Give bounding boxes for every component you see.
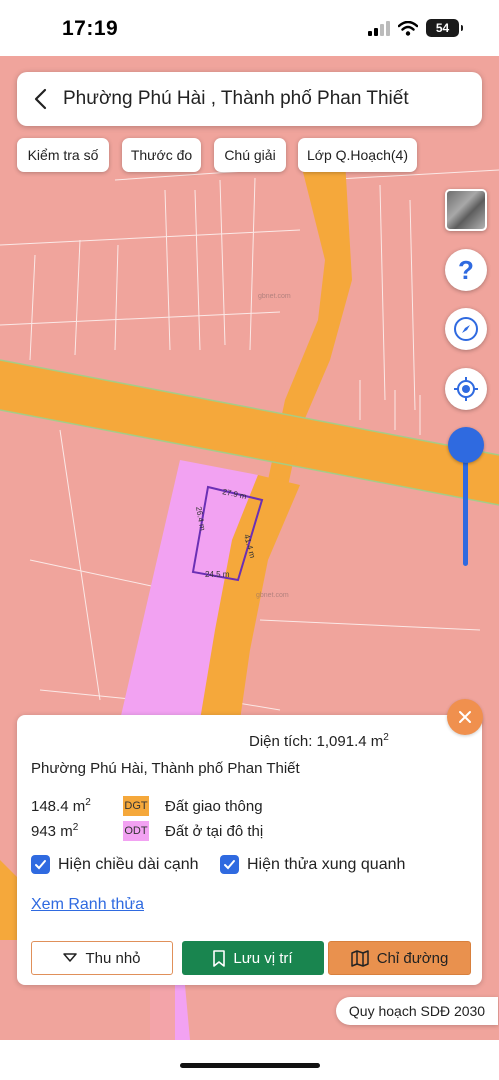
zone-code-badge: DGT <box>123 796 149 816</box>
parcel-edge-bottom: 24.5 m <box>205 570 230 579</box>
checkbox-label: Hiện chiều dài cạnh <box>58 855 199 873</box>
zone-row: 943 m2 ODT Đất ở tại đô thị <box>31 820 263 842</box>
measure-button[interactable]: Thước đo <box>122 138 201 172</box>
zone-row: 148.4 m2 DGT Đất giao thông <box>31 795 263 817</box>
zone-name: Đất giao thông <box>165 797 263 815</box>
zone-code-badge: ODT <box>123 821 149 841</box>
compass-button[interactable] <box>445 308 487 350</box>
zone-name: Đất ở tại đô thị <box>165 822 264 840</box>
help-button[interactable]: ? <box>445 249 487 291</box>
map-watermark: gbnet.com <box>258 293 291 300</box>
search-location-text[interactable]: Phường Phú Hài , Thành phố Phan Thiết <box>63 88 409 110</box>
parcel-area: Diện tích: 1,091.4 m2 <box>249 732 389 750</box>
legend-button[interactable]: Chú giải <box>214 138 286 172</box>
locate-icon <box>454 377 478 401</box>
opacity-slider-track[interactable] <box>463 452 468 566</box>
checkbox-label: Hiện thửa xung quanh <box>247 855 406 873</box>
zone-area: 148.4 m2 <box>31 797 91 815</box>
checkbox-checked-icon[interactable] <box>220 855 239 874</box>
parcel-info-panel: Diện tích: 1,091.4 m2 Phường Phú Hài, Th… <box>17 715 482 985</box>
status-bar: 17:19 54 <box>0 0 499 56</box>
view-parcel-boundary-link[interactable]: Xem Ranh thửa <box>31 896 144 914</box>
chevron-down-icon <box>63 953 78 962</box>
planning-layer-button[interactable]: Lớp Q.Hoạch(4) <box>298 138 417 172</box>
check-number-button[interactable]: Kiểm tra số <box>17 138 109 172</box>
close-panel-button[interactable] <box>447 699 483 735</box>
checkbox-checked-icon[interactable] <box>31 855 50 874</box>
zone-area: 943 m2 <box>31 822 79 840</box>
bookmark-icon <box>213 949 226 967</box>
map-watermark: gbnet.com <box>256 592 289 599</box>
save-location-button[interactable]: Lưu vị trí <box>182 941 324 975</box>
close-icon <box>459 711 471 723</box>
battery-icon: 54 <box>426 19 463 37</box>
show-edge-length-option[interactable]: Hiện chiều dài cạnh <box>31 855 199 874</box>
planning-layer-badge[interactable]: Quy hoạch SDĐ 2030 <box>336 997 498 1025</box>
map-icon <box>350 949 369 967</box>
cellular-signal-icon <box>368 20 390 36</box>
home-indicator[interactable] <box>180 1063 320 1068</box>
opacity-slider-handle[interactable] <box>448 427 484 463</box>
compass-icon <box>454 317 478 341</box>
help-icon: ? <box>458 254 474 285</box>
parcel-location: Phường Phú Hài, Thành phố Phan Thiết <box>31 760 300 777</box>
show-neighbor-parcels-option[interactable]: Hiện thửa xung quanh <box>220 855 405 874</box>
wifi-icon <box>398 20 418 36</box>
map-layer-toggle[interactable] <box>445 189 487 231</box>
my-location-button[interactable] <box>445 368 487 410</box>
back-icon[interactable] <box>17 72 63 126</box>
shrink-button[interactable]: Thu nhỏ <box>31 941 173 975</box>
search-bar[interactable]: Phường Phú Hài , Thành phố Phan Thiết <box>17 72 482 126</box>
home-bar <box>0 1040 499 1080</box>
directions-button[interactable]: Chỉ đường <box>328 941 471 975</box>
status-icons: 54 <box>368 19 463 37</box>
status-time: 17:19 <box>62 17 119 40</box>
